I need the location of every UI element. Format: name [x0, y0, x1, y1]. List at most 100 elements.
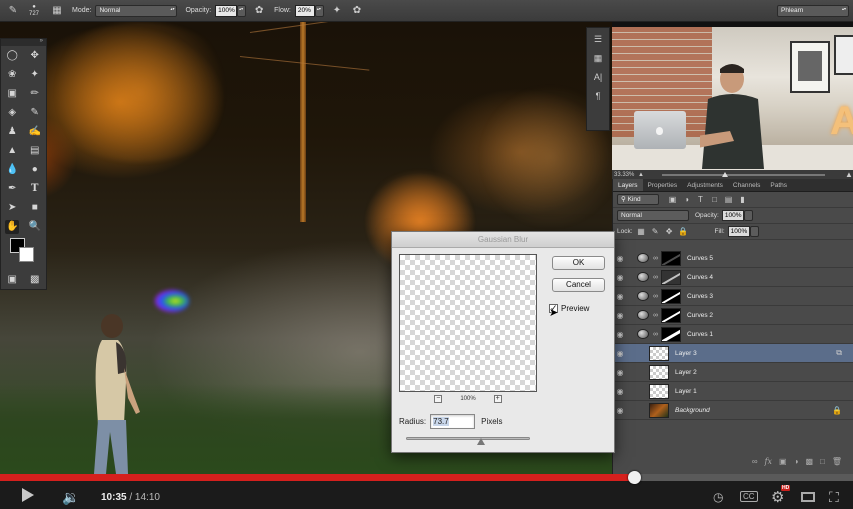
layer-mask-thumbnail[interactable] [661, 288, 681, 304]
history-brush-icon[interactable]: ✍ [28, 125, 42, 139]
watch-later-icon[interactable]: ◷ [713, 489, 723, 505]
zoom-in-icon[interactable]: ▲ [845, 170, 853, 178]
airbrush-icon[interactable]: ✦ [330, 4, 344, 18]
hand-tool-icon[interactable]: ✋ [5, 219, 20, 234]
layer-thumbnail[interactable] [649, 383, 669, 399]
crop-tool-icon[interactable]: ▣ [5, 87, 19, 101]
blend-mode-select[interactable]: Normal [617, 210, 689, 221]
pen-tool-icon[interactable]: ✒ [5, 182, 19, 196]
layer-mask-thumbnail[interactable] [661, 326, 681, 342]
filter-kind-select[interactable]: ⚲ Kind [617, 194, 659, 205]
progress-scrubber[interactable] [627, 471, 641, 484]
lock-transparent-icon[interactable]: ▦ [636, 226, 647, 237]
brush-presets-icon[interactable]: ▦ [587, 50, 609, 66]
mode-select[interactable]: Normal [95, 4, 178, 17]
layer-row-curves-5[interactable]: ◉ ∞ Curves 5 [613, 249, 853, 268]
layer-row-curves-1[interactable]: ◉ ∞ Curves 1 [613, 325, 853, 344]
lock-position-icon[interactable]: ✥ [664, 226, 675, 237]
brush-panel-toggle-icon[interactable]: ▦ [50, 4, 64, 18]
layer-mask-thumbnail[interactable] [661, 307, 681, 323]
eyedropper-icon[interactable]: ✏ [28, 87, 42, 101]
paragraph-panel-icon[interactable]: ¶ [587, 88, 609, 104]
new-layer-icon[interactable]: □ [820, 457, 825, 466]
zoom-tool-icon[interactable]: 🔍 [28, 220, 42, 234]
collapse-icon[interactable]: » [40, 38, 43, 44]
layer-thumbnail[interactable] [649, 345, 669, 361]
tab-channels[interactable]: Channels [728, 179, 765, 191]
layer-mask-thumbnail[interactable] [661, 250, 681, 266]
radius-slider-thumb[interactable] [477, 438, 485, 445]
type-filter-icon[interactable]: T [695, 194, 706, 205]
pressure-size-icon[interactable]: ✿ [350, 4, 364, 18]
layer-opacity-dropdown[interactable] [743, 210, 753, 221]
settings-gear-icon[interactable]: ⚙ [771, 489, 784, 506]
move-tool-icon[interactable]: ✥ [28, 49, 42, 63]
workspace-select[interactable]: Phlearn [777, 4, 849, 17]
adjust-sliders-icon[interactable]: ☰ [587, 31, 609, 47]
add-mask-icon[interactable]: ▣ [779, 457, 787, 466]
zoom-in-button[interactable]: + [493, 395, 502, 403]
radius-input[interactable]: 73.7 [430, 414, 476, 429]
layer-thumbnail[interactable] [649, 402, 669, 418]
tab-adjustments[interactable]: Adjustments [682, 179, 728, 191]
layer-row-layer-2[interactable]: ◉ Layer 2 [613, 363, 853, 382]
clone-stamp-icon[interactable]: ♟ [5, 125, 19, 139]
adjustment-filter-icon[interactable]: ◑ [681, 194, 692, 205]
magic-wand-icon[interactable]: ✦ [28, 68, 42, 82]
layer-row-layer-1[interactable]: ◉ Layer 1 [613, 382, 853, 401]
fill-field[interactable]: 100% [727, 226, 750, 237]
eraser-icon[interactable]: ▲ [5, 144, 19, 158]
character-panel-icon[interactable]: A| [587, 69, 609, 85]
cancel-button[interactable]: Cancel [552, 278, 605, 292]
visibility-eye-icon[interactable]: ◉ [613, 406, 627, 415]
visibility-eye-icon[interactable]: ◉ [613, 254, 627, 263]
visibility-eye-icon[interactable]: ◉ [613, 273, 627, 282]
zoom-out-icon[interactable]: ▲ [638, 172, 646, 178]
zoom-slider-thumb[interactable] [722, 171, 728, 177]
pixel-filter-icon[interactable]: ▣ [667, 194, 678, 205]
blur-preview-area[interactable] [399, 254, 537, 392]
layer-opacity-field[interactable]: 100% [721, 210, 744, 221]
flow-dropdown[interactable] [314, 4, 324, 17]
zoom-slider[interactable] [662, 171, 825, 177]
visibility-eye-icon[interactable]: ◉ [613, 311, 627, 320]
navigator-zoom[interactable]: 33.33% [614, 172, 638, 178]
visibility-eye-icon[interactable]: ◉ [613, 349, 627, 358]
flow-field[interactable]: 20% [294, 4, 315, 17]
layer-row-curves-4[interactable]: ◉ ∞ Curves 4 [613, 268, 853, 287]
layer-style-icon[interactable]: fx [765, 457, 772, 466]
ok-button[interactable]: OK [552, 256, 605, 270]
tools-panel-header[interactable]: » [1, 38, 46, 46]
radius-slider[interactable] [406, 437, 530, 445]
tab-properties[interactable]: Properties [643, 179, 683, 191]
play-button-icon[interactable] [22, 488, 34, 502]
shape-filter-icon[interactable]: □ [709, 194, 720, 205]
layer-row-layer-3[interactable]: ◉ Layer 3 ⧉ [613, 344, 853, 363]
healing-brush-icon[interactable]: ◈ [5, 106, 19, 120]
layer-mask-thumbnail[interactable] [661, 269, 681, 285]
zoom-out-button[interactable]: − [434, 395, 443, 403]
visibility-eye-icon[interactable]: ◉ [613, 292, 627, 301]
brush-tool-icon[interactable]: ✎ [28, 106, 42, 120]
layer-row-curves-3[interactable]: ◉ ∞ Curves 3 [613, 287, 853, 306]
tab-paths[interactable]: Paths [765, 179, 792, 191]
filter-toggle-icon[interactable]: ▮ [737, 194, 748, 205]
lasso-tool-icon[interactable]: ❀ [5, 68, 19, 82]
pressure-opacity-icon[interactable]: ✿ [252, 4, 266, 18]
fullscreen-icon[interactable]: ⛶ [829, 489, 839, 505]
opacity-dropdown[interactable] [237, 4, 247, 17]
theater-mode-icon[interactable] [801, 492, 815, 502]
dodge-tool-icon[interactable]: ● [28, 163, 42, 177]
lock-all-icon[interactable]: 🔒 [678, 226, 689, 237]
smart-object-filter-icon[interactable]: ▤ [723, 194, 734, 205]
gradient-tool-icon[interactable]: ▤ [28, 144, 42, 158]
brush-preset-picker[interactable]: ● 727 [24, 4, 44, 18]
background-color-swatch[interactable] [19, 247, 34, 262]
captions-button[interactable]: CC [740, 491, 758, 502]
delete-layer-icon[interactable]: 🗑 [832, 457, 842, 466]
link-layers-icon[interactable]: ∞ [752, 457, 758, 466]
progress-bar[interactable] [0, 471, 853, 484]
layer-row-background[interactable]: ◉ Background 🔒 [613, 401, 853, 420]
type-tool-icon[interactable]: T [28, 182, 42, 196]
path-selection-icon[interactable]: ➤ [5, 201, 19, 215]
